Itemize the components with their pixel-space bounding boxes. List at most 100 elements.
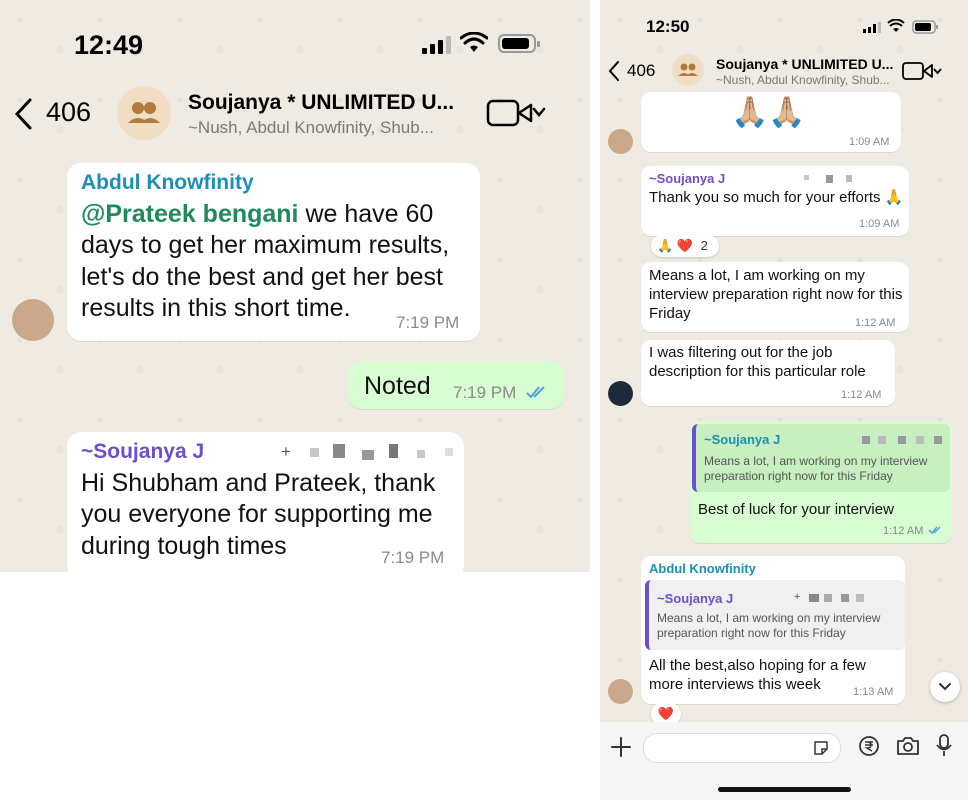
sender-avatar[interactable] [608,381,633,406]
message-time: 7:19 PM [381,548,445,567]
message-bubble[interactable]: 🙏🏼🙏🏼 1:09 AM [641,92,901,152]
right-screenshot: 12:50 406 Soujanya * UNLIMITED U... ~Nus… [600,0,968,800]
redacted-pixel [333,444,345,458]
back-chevron-icon[interactable] [12,97,36,131]
sender-name[interactable]: ~Soujanya J [649,171,725,186]
read-receipt-icon [526,386,545,399]
message-text: Means a lot, I am working on my intervie… [649,267,903,322]
message-time: 1:09 AM [849,136,890,148]
chat-title[interactable]: Soujanya * UNLIMITED U... [716,56,893,72]
redacted-pixel [898,436,906,444]
plus-icon[interactable] [610,736,632,758]
redacted-pixel [916,436,924,444]
message-time: 7:19 PM [396,313,460,332]
redacted-pixel [362,450,374,460]
read-receipt-icon [928,526,941,535]
wifi-icon [887,19,905,32]
redacted-pixel [878,436,886,444]
redacted-pixel [417,450,425,458]
redacted-pixel [809,594,819,602]
back-count[interactable]: 406 [627,61,655,81]
microphone-icon[interactable] [936,734,952,758]
redacted-pixel [826,175,833,183]
quote-sender: ~Soujanya J [704,432,781,447]
message-text: Best of luck for your interview [698,501,894,518]
video-call-icon[interactable] [902,60,944,82]
message-bubble[interactable]: Means a lot, I am working on my intervie… [641,262,909,332]
outgoing-message-bubble[interactable]: Noted 7:19 PM [348,361,564,409]
redacted-pixel [841,594,849,602]
sender-avatar[interactable] [12,299,54,341]
battery-icon [912,20,938,34]
sticker-icon[interactable] [812,739,830,757]
message-time: 1:12 AM [855,317,896,329]
chat-members[interactable]: ~Nush, Abdul Knowfinity, Shub... [716,73,890,87]
video-call-icon[interactable] [486,97,550,129]
message-time: 1:09 AM [859,218,900,230]
quote-text: Means a lot, I am working on my intervie… [704,454,928,483]
redacted-pixel [389,444,398,458]
scroll-down-button[interactable] [930,672,960,702]
quote-sender: ~Soujanya J [657,591,734,606]
message-text: I was filtering out for the job descript… [649,344,866,380]
signal-icon [863,22,881,33]
group-avatar[interactable] [672,54,704,86]
sender-name[interactable]: ~Soujanya J [81,440,204,464]
redacted-pixel [804,175,809,180]
message-bubble[interactable]: Abdul Knowfinity @Prateek bengani we hav… [67,163,480,341]
wifi-icon [460,32,488,52]
divider [590,0,600,800]
mention[interactable]: @Prateek bengani [81,200,299,228]
redacted-pixel [846,175,852,182]
reaction-pill[interactable]: 🙏 ❤️ 2 [651,235,719,257]
group-icon [678,63,698,76]
message-time: 1:12 AM [883,525,924,537]
message-text: Thank you so much for your efforts 🙏 [649,189,904,206]
blank-area [0,572,590,800]
emoji-message: 🙏🏼🙏🏼 [731,96,806,129]
redacted-pixel [862,436,870,444]
quoted-message[interactable]: ~Soujanya J Means a lot, I am working on… [692,424,950,492]
status-time: 12:49 [74,30,144,60]
back-count[interactable]: 406 [46,97,91,128]
redacted-pixel [824,594,832,602]
redacted-pixel [856,594,864,602]
message-text: @Prateek bengani we have 60 days to get … [81,200,450,322]
message-input[interactable] [643,733,841,763]
phone-prefix: + [281,442,291,461]
message-bubble[interactable]: ~Soujanya J + Hi Shubham and Prateek, th… [67,432,464,572]
sender-name[interactable]: Abdul Knowfinity [649,561,756,576]
chat-title[interactable]: Soujanya * UNLIMITED U... [188,91,454,115]
chevron-down-icon [939,683,951,691]
rupee-payment-icon[interactable] [858,735,880,757]
quote-text: Means a lot, I am working on my intervie… [657,611,881,640]
message-text: Noted [364,372,431,400]
reaction-emojis: ❤️ [657,706,675,721]
sender-avatar[interactable] [608,679,633,704]
composer-bar [600,722,968,800]
redacted-pixel [310,448,319,457]
battery-icon [498,34,540,53]
redacted-pixel [445,448,453,456]
message-bubble[interactable]: Abdul Knowfinity ~Soujanya J + Means a l… [641,556,905,704]
reaction-emojis: 🙏 ❤️ [657,238,693,253]
message-bubble[interactable]: ~Soujanya J Thank you so much for your e… [641,166,909,236]
message-time: 1:13 AM [853,686,894,698]
camera-icon[interactable] [896,735,920,757]
quote-phone-prefix: + [794,591,801,603]
quoted-message[interactable]: ~Soujanya J + Means a lot, I am working … [645,580,905,650]
back-chevron-icon[interactable] [607,60,621,82]
redacted-pixel [934,436,942,444]
message-time: 7:19 PM [453,383,517,402]
reaction-count: 2 [700,238,708,253]
sender-name[interactable]: Abdul Knowfinity [81,171,254,195]
sender-avatar[interactable] [608,129,633,154]
status-time: 12:50 [646,17,690,36]
group-avatar[interactable] [117,86,171,140]
outgoing-message-bubble[interactable]: ~Soujanya J Means a lot, I am working on… [690,421,952,543]
home-indicator [718,787,851,792]
message-bubble[interactable]: I was filtering out for the job descript… [641,340,895,406]
signal-icon [422,36,451,54]
group-icon [128,102,160,123]
chat-members[interactable]: ~Nush, Abdul Knowfinity, Shub... [188,118,434,138]
